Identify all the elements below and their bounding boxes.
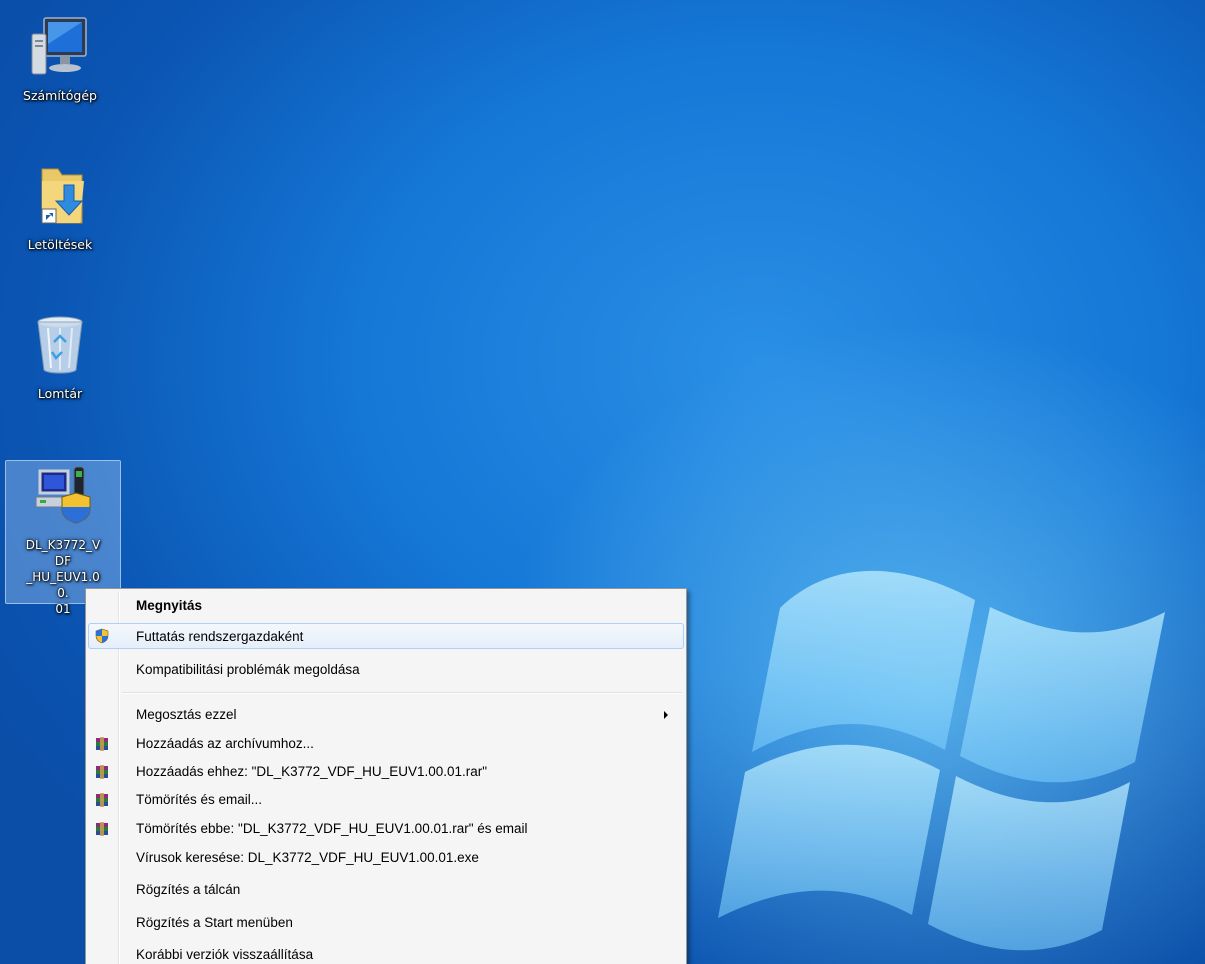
winrar-icon — [96, 737, 108, 751]
menu-item-label: Rögzítés a tálcán — [136, 882, 241, 897]
downloads-folder-icon — [41, 168, 84, 224]
context-menu: Megnyitás Futtatás rendszergazdaként Kom… — [85, 588, 687, 964]
desktop[interactable]: Számítógép Letöltések Lomtár DL_K3772_VD… — [0, 0, 1205, 964]
installer-shield-icon — [35, 466, 91, 524]
menu-item-label: Tömörítés és email... — [136, 792, 263, 807]
desktop-icon-computer[interactable]: Számítógép — [17, 14, 103, 103]
desktop-icon-recycle-bin[interactable]: Lomtár — [17, 312, 103, 401]
menu-item-label: Korábbi verziók visszaállítása — [136, 947, 314, 962]
menu-item-pin-to-start-menu[interactable]: Rögzítés a Start menüben — [88, 910, 684, 936]
winrar-icon — [96, 793, 108, 807]
menu-item-virus-scan[interactable]: Vírusok keresése: DL_K3772_VDF_HU_EUV1.0… — [88, 845, 684, 871]
menu-item-add-to-rar[interactable]: Hozzáadás ehhez: "DL_K3772_VDF_HU_EUV1.0… — [88, 759, 684, 785]
desktop-icon-label: Számítógép — [23, 88, 97, 103]
uac-shield-icon — [95, 628, 109, 644]
menu-item-label: Futtatás rendszergazdaként — [136, 629, 304, 644]
menu-item-share-with[interactable]: Megosztás ezzel — [88, 702, 684, 728]
winrar-icon — [96, 765, 108, 779]
winrar-icon — [96, 822, 108, 836]
computer-icon — [31, 17, 87, 75]
menu-item-label: Hozzáadás ehhez: "DL_K3772_VDF_HU_EUV1.0… — [136, 764, 488, 779]
recycle-bin-icon — [37, 316, 83, 374]
menu-item-compress-and-email[interactable]: Tömörítés és email... — [88, 787, 684, 813]
menu-item-label: Rögzítés a Start menüben — [136, 915, 293, 930]
menu-item-label: Megosztás ezzel — [136, 707, 237, 722]
menu-item-restore-previous-versions[interactable]: Korábbi verziók visszaállítása — [88, 942, 684, 964]
menu-item-label: Hozzáadás az archívumhoz... — [136, 736, 314, 751]
desktop-icon-installer[interactable]: DL_K3772_VDF _HU_EUV1.00. 01 — [5, 460, 121, 616]
menu-separator — [122, 692, 682, 694]
desktop-icon-downloads[interactable]: Letöltések — [17, 163, 103, 252]
menu-item-label: Kompatibilitási problémák megoldása — [136, 662, 360, 677]
menu-item-label: Vírusok keresése: DL_K3772_VDF_HU_EUV1.0… — [136, 850, 479, 865]
menu-item-add-to-archive[interactable]: Hozzáadás az archívumhoz... — [88, 731, 684, 757]
menu-item-compress-to-rar-and-email[interactable]: Tömörítés ebbe: "DL_K3772_VDF_HU_EUV1.00… — [88, 816, 684, 842]
menu-item-run-as-admin[interactable]: Futtatás rendszergazdaként — [88, 623, 684, 649]
menu-item-label: Megnyitás — [136, 598, 203, 613]
desktop-icon-label: Lomtár — [37, 386, 83, 401]
desktop-icon-label: Letöltések — [27, 237, 93, 252]
menu-item-label: Tömörítés ebbe: "DL_K3772_VDF_HU_EUV1.00… — [136, 821, 528, 836]
desktop-icon-label-line: DL_K3772_VDF — [25, 538, 101, 568]
menu-item-pin-to-taskbar[interactable]: Rögzítés a tálcán — [88, 877, 684, 903]
menu-item-open[interactable]: Megnyitás — [88, 593, 684, 619]
menu-item-troubleshoot-compatibility[interactable]: Kompatibilitási problémák megoldása — [88, 657, 684, 683]
submenu-arrow-icon — [664, 711, 668, 719]
